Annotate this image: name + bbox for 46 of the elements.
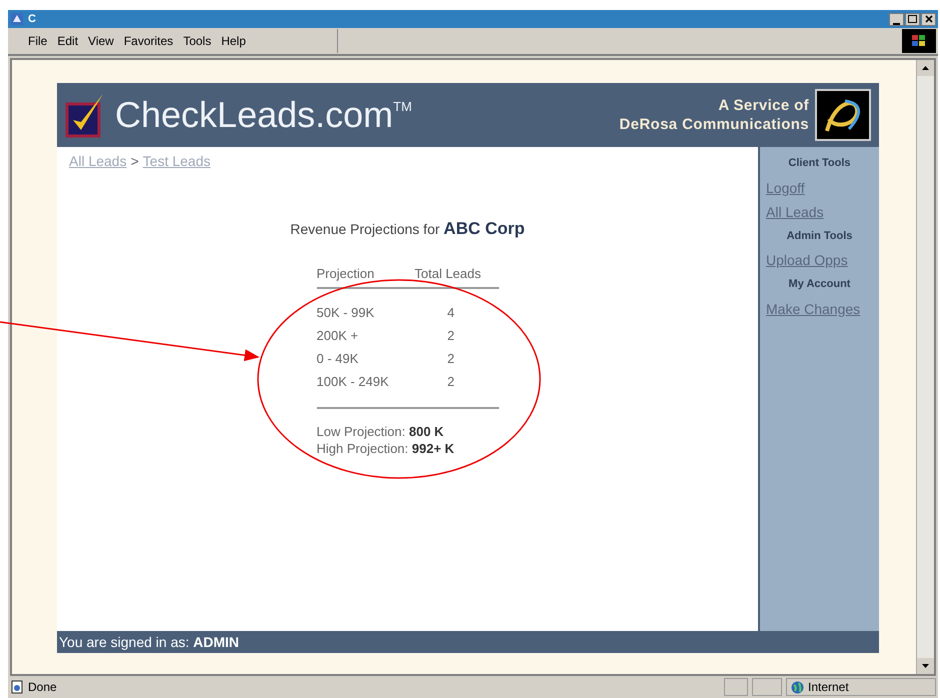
browser-icon [10, 12, 24, 26]
table-cell-text: 4 [446, 304, 454, 322]
table-cell-text: 2 [446, 372, 454, 390]
table-cell-text: 200K + [316, 326, 360, 344]
sidebar-heading: Admin Tools [786, 228, 854, 244]
company-logo-icon [815, 89, 871, 141]
status-pane [724, 678, 748, 696]
window-title: C [28, 12, 36, 27]
zone-text: Internet [808, 679, 849, 696]
sidebar-heading: Client Tools [787, 156, 852, 171]
scroll-down-icon [922, 664, 929, 668]
minimize-icon [893, 22, 900, 24]
table-cell-text: 2 [446, 350, 454, 368]
company-name: DeRosa Communications [619, 115, 809, 134]
status-text: Done [28, 679, 58, 696]
table-cell-text: 2 [446, 326, 454, 344]
menu-item[interactable]: File [28, 32, 48, 50]
sidebar-heading: My Account [788, 277, 852, 292]
throbber-icon [902, 29, 936, 53]
scroll-up-icon [922, 66, 929, 70]
table-cell-text: 50K - 99K [316, 304, 376, 322]
menu-item[interactable]: Help [221, 32, 246, 50]
table-cell-text: 0 - 49K [316, 350, 360, 368]
menu-item[interactable]: Tools [183, 32, 212, 50]
globe-icon [791, 680, 804, 694]
signed-in-text: You are signed in as: ADMIN [59, 632, 240, 652]
trademark-mark: TM [393, 98, 412, 116]
close-icon [924, 15, 932, 23]
report-title: Revenue Projections for ABC Corp [290, 218, 525, 240]
site-logo: CheckLeads.com [115, 97, 394, 133]
menu-item[interactable]: View [88, 32, 114, 50]
table-cell-text: 100K - 249K [316, 372, 390, 390]
menu-item[interactable]: Edit [57, 32, 78, 50]
menu-item[interactable]: Favorites [124, 32, 174, 50]
minimize-button[interactable] [889, 12, 904, 26]
column-header: Projection [316, 264, 376, 283]
summary-line: Low Projection: 800 K [316, 422, 445, 440]
close-button[interactable] [921, 12, 936, 26]
status-pane [752, 678, 782, 696]
maximize-icon [908, 15, 917, 23]
summary-line: High Projection: 992+ K [316, 440, 456, 456]
maximize-button[interactable] [905, 12, 920, 26]
breadcrumb-separator: > [130, 152, 139, 171]
page-icon [10, 680, 24, 694]
service-line: A Service of [718, 96, 809, 115]
column-header: Total Leads [414, 264, 481, 282]
